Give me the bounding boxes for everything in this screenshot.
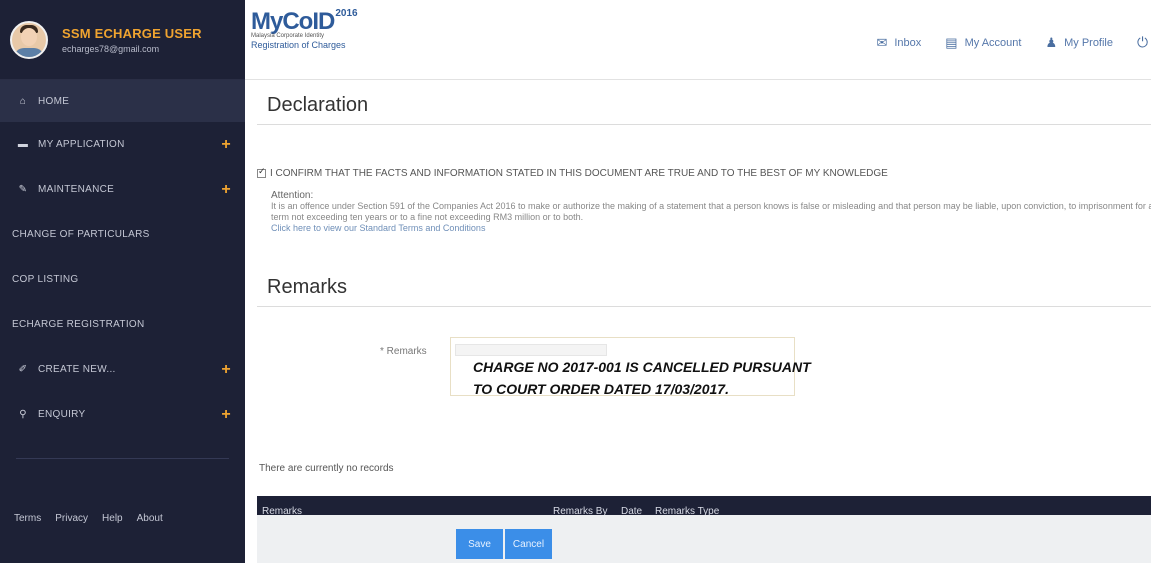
expand-plus-icon[interactable]: + (221, 406, 231, 424)
power-icon[interactable]: ⏻ (1137, 34, 1151, 51)
sidebar-item-home[interactable]: ⌂ HOME (0, 80, 245, 122)
app-subtitle: Registration of Charges (251, 40, 346, 50)
attention-title: Attention: (271, 190, 314, 201)
inbox-link[interactable]: ✉ Inbox (876, 35, 921, 51)
sidebar-item-cop-listing[interactable]: COP LISTING (0, 257, 245, 302)
sidebar-item-change-of-particulars[interactable]: CHANGE OF PARTICULARS (0, 212, 245, 257)
sidebar-item-label: HOME (38, 95, 70, 107)
briefcase-icon: ▬ (17, 139, 29, 150)
sidebar-item-label: MAINTENANCE (38, 184, 115, 195)
sidebar-footer-links: Terms Privacy Help About (14, 513, 163, 524)
home-icon: ⌂ (19, 95, 27, 107)
remarks-textarea[interactable]: CHARGE NO 2017-001 IS CANCELLED PURSUANT… (450, 337, 811, 397)
expand-plus-icon[interactable]: + (221, 361, 231, 379)
user-email: echarges78@gmail.com (62, 43, 160, 54)
remarks-field-label: * Remarks (380, 346, 427, 357)
my-account-link[interactable]: ▤ My Account (945, 35, 1021, 51)
sidebar-item-label: MY APPLICATION (38, 139, 125, 150)
empty-table-message: There are currently no records (259, 463, 394, 474)
main-content: Declaration I CONFIRM THAT THE FACTS AND… (245, 80, 1151, 563)
remarks-value-line-1: CHARGE NO 2017-001 IS CANCELLED PURSUANT (473, 359, 811, 375)
remarks-divider (257, 306, 1151, 307)
my-account-label: My Account (964, 36, 1022, 49)
privacy-link[interactable]: Privacy (55, 513, 88, 524)
user-panel: SSM ECHARGE USER echarges78@gmail.com (0, 0, 245, 80)
user-name: SSM ECHARGE USER (62, 25, 202, 41)
confirm-text: I CONFIRM THAT THE FACTS AND INFORMATION… (270, 168, 888, 179)
sidebar-item-label: CHANGE OF PARTICULARS (12, 229, 150, 240)
save-button[interactable]: Save (456, 529, 503, 559)
sidebar-item-label: COP LISTING (12, 274, 79, 285)
edit-icon: ✐ (18, 364, 28, 375)
wrench-icon: ✎ (18, 184, 28, 195)
remarks-title: Remarks (267, 276, 348, 298)
sidebar-item-my-application[interactable]: ▬ MY APPLICATION + (0, 122, 245, 167)
sidebar-item-maintenance[interactable]: ✎ MAINTENANCE + (0, 167, 245, 212)
envelope-icon: ✉ (876, 34, 888, 50)
avatar[interactable] (10, 20, 48, 59)
expand-plus-icon[interactable]: + (221, 181, 231, 199)
action-bar (257, 515, 1151, 563)
top-header: MyCoID2016 Malaysia Corporate Identity R… (245, 0, 1151, 80)
remarks-placeholder-bar (455, 344, 607, 356)
header-menu: ✉ Inbox ▤ My Account ♟ My Profile ⏻ (876, 34, 1151, 51)
logo-year: 2016 (335, 8, 358, 19)
my-profile-label: My Profile (1064, 36, 1113, 49)
card-icon: ▤ (945, 34, 958, 50)
logo-my: My (251, 8, 283, 35)
user-icon: ♟ (1045, 34, 1058, 50)
expand-plus-icon[interactable]: + (221, 136, 231, 154)
search-icon: ⚲ (19, 409, 27, 420)
terms-conditions-link[interactable]: Click here to view our Standard Terms an… (271, 223, 485, 233)
cancel-button[interactable]: Cancel (505, 529, 552, 559)
confirm-row: I CONFIRM THAT THE FACTS AND INFORMATION… (257, 166, 888, 179)
my-profile-link[interactable]: ♟ My Profile (1045, 35, 1113, 51)
sidebar-item-create-new[interactable]: ✐ CREATE NEW... + (0, 347, 245, 392)
about-link[interactable]: About (137, 513, 163, 524)
sidebar-item-label: ECHARGE REGISTRATION (12, 319, 145, 330)
declaration-divider (257, 124, 1151, 125)
mycoid-logo[interactable]: MyCoID2016 Malaysia Corporate Identity R… (251, 8, 358, 50)
sidebar: SSM ECHARGE USER echarges78@gmail.com ⌂ … (0, 0, 245, 563)
sidebar-item-enquiry[interactable]: ⚲ ENQUIRY + (0, 392, 245, 437)
declaration-title: Declaration (267, 94, 369, 116)
attention-block: Attention: It is an offence under Sectio… (271, 190, 1151, 223)
remarks-value: CHARGE NO 2017-001 IS CANCELLED PURSUANT… (473, 356, 873, 400)
confirm-checkbox[interactable] (257, 166, 266, 178)
help-link[interactable]: Help (102, 513, 123, 524)
sidebar-item-echarge-registration[interactable]: ECHARGE REGISTRATION (0, 302, 245, 347)
attention-text: It is an offence under Section 591 of th… (271, 201, 1151, 222)
remarks-value-line-2: TO COURT ORDER DATED 17/03/2017. (473, 381, 729, 397)
inbox-label: Inbox (894, 36, 922, 49)
sidebar-item-label: CREATE NEW... (38, 364, 116, 375)
terms-link[interactable]: Terms (14, 513, 41, 524)
sidebar-item-label: ENQUIRY (38, 409, 86, 420)
sidebar-divider (16, 458, 229, 459)
logo-coid: CoID (282, 8, 335, 35)
